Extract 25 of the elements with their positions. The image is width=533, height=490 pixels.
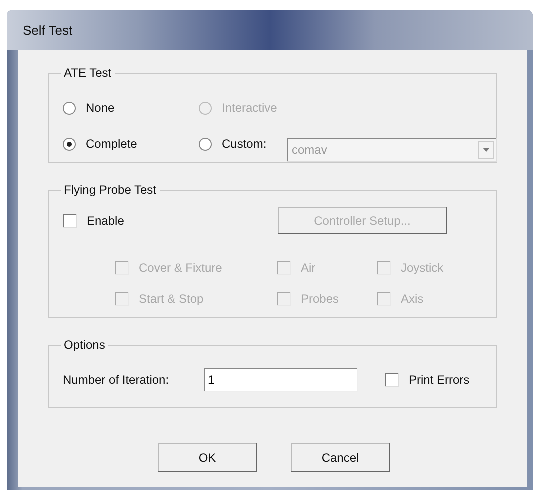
checkbox[interactable]: [385, 373, 399, 387]
iteration-field[interactable]: 1: [204, 368, 358, 392]
checkbox-label: Print Errors: [409, 373, 470, 387]
cancel-button[interactable]: Cancel: [291, 443, 390, 472]
radio-label: Custom:: [222, 137, 267, 151]
checkbox-label: Start & Stop: [139, 292, 204, 306]
group-title: Options: [61, 338, 108, 352]
radio-label: Complete: [86, 137, 138, 151]
radio-button[interactable]: [63, 138, 76, 150]
ok-button[interactable]: OK: [158, 443, 257, 472]
radio-label: None: [86, 101, 115, 115]
group-title: Flying Probe Test: [61, 183, 160, 197]
group-title: ATE Test: [61, 66, 115, 80]
checkbox-label: Joystick: [401, 260, 444, 274]
window-title: Self Test: [23, 22, 73, 38]
checkbox[interactable]: [63, 214, 77, 228]
checkbox-label: Air: [301, 260, 316, 274]
checkbox-label: Probes: [301, 292, 340, 306]
radio-button[interactable]: [63, 102, 76, 114]
checkbox-label: Axis: [401, 292, 424, 306]
field-label: Number of Iteration:: [63, 373, 170, 387]
radio-label: Interactive: [222, 101, 278, 115]
radio-button[interactable]: [199, 138, 212, 150]
checkbox-label: Enable: [87, 214, 124, 228]
checkbox-label: Cover & Fixture: [139, 260, 222, 274]
